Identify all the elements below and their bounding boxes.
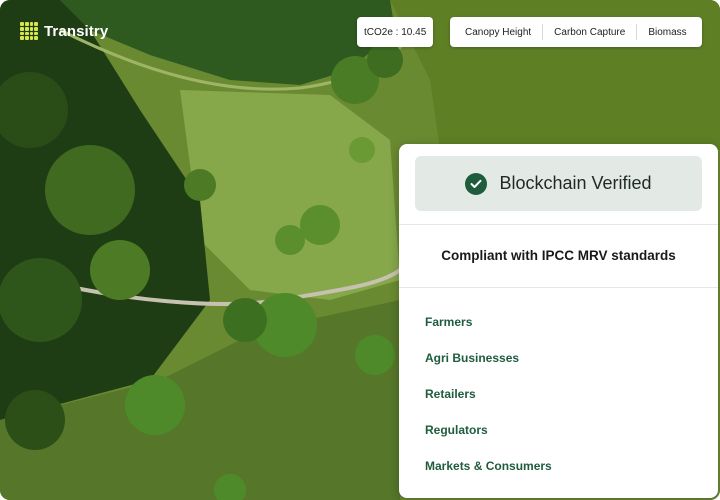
stakeholder-regulators[interactable]: Regulators bbox=[425, 412, 552, 448]
tab-canopy-height[interactable]: Canopy Height bbox=[454, 24, 544, 40]
stakeholder-list: Farmers Agri Businesses Retailers Regula… bbox=[425, 304, 552, 484]
carbon-metric-chip: tCO2e : 10.45 bbox=[357, 17, 434, 47]
stakeholder-retailers[interactable]: Retailers bbox=[425, 376, 552, 412]
tab-biomass[interactable]: Biomass bbox=[637, 24, 697, 40]
stakeholder-markets-consumers[interactable]: Markets & Consumers bbox=[425, 448, 552, 484]
compliance-text: Compliant with IPCC MRV standards bbox=[441, 248, 676, 263]
check-circle-icon bbox=[465, 172, 488, 195]
app-stage: Transitry tCO2e : 10.45 Canopy Height Ca… bbox=[0, 0, 720, 500]
verified-label: Blockchain Verified bbox=[499, 173, 652, 193]
divider bbox=[399, 287, 718, 288]
logo-icon bbox=[20, 22, 38, 40]
brand[interactable]: Transitry bbox=[20, 22, 108, 40]
brand-name: Transitry bbox=[44, 22, 109, 40]
stakeholder-farmers[interactable]: Farmers bbox=[425, 304, 552, 340]
carbon-metric-label: tCO2e : 10.45 bbox=[364, 26, 427, 38]
verified-badge: Blockchain Verified bbox=[415, 156, 702, 211]
tab-carbon-capture[interactable]: Carbon Capture bbox=[543, 24, 638, 40]
stakeholder-agri-businesses[interactable]: Agri Businesses bbox=[425, 340, 552, 376]
layer-tabs: Canopy Height Carbon Capture Biomass bbox=[450, 17, 702, 47]
verification-panel: Blockchain Verified Compliant with IPCC … bbox=[399, 144, 718, 498]
